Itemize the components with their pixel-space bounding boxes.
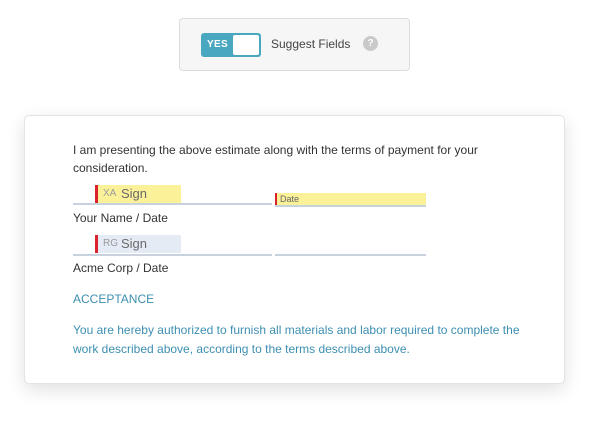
- toggle-knob: [233, 35, 259, 55]
- signature-field-signer-1[interactable]: XA Sign: [95, 185, 181, 203]
- signature-field-signer-2[interactable]: RG Sign: [95, 235, 181, 253]
- date-label: Date: [280, 194, 300, 204]
- page: YES Suggest Fields ? I am presenting the…: [0, 0, 590, 435]
- intro-paragraph: I am presenting the above estimate along…: [73, 143, 478, 175]
- signer-initials: XA: [103, 188, 117, 199]
- acceptance-paragraph: You are hereby authorized to furnish all…: [73, 323, 520, 356]
- required-marker: [95, 235, 98, 253]
- suggest-fields-label: Suggest Fields: [271, 37, 351, 51]
- suggest-fields-toolbar: YES Suggest Fields ?: [179, 18, 410, 71]
- sign-label: Sign: [121, 186, 148, 201]
- date-line: [275, 205, 426, 207]
- date-line: [275, 254, 426, 256]
- signer-caption: Acme Corp / Date: [73, 261, 169, 275]
- signature-line: [73, 254, 272, 256]
- document-card: I am presenting the above estimate along…: [24, 115, 565, 384]
- help-icon[interactable]: ?: [363, 36, 378, 51]
- signature-line: [73, 203, 272, 205]
- signer-caption: Your Name / Date: [73, 211, 168, 225]
- suggest-fields-toggle[interactable]: YES: [201, 33, 261, 57]
- toggle-state-label: YES: [207, 39, 228, 50]
- sign-label: Sign: [121, 236, 148, 251]
- required-marker: [95, 185, 98, 203]
- acceptance-heading: ACCEPTANCE: [73, 292, 155, 306]
- signer-initials: RG: [103, 238, 118, 249]
